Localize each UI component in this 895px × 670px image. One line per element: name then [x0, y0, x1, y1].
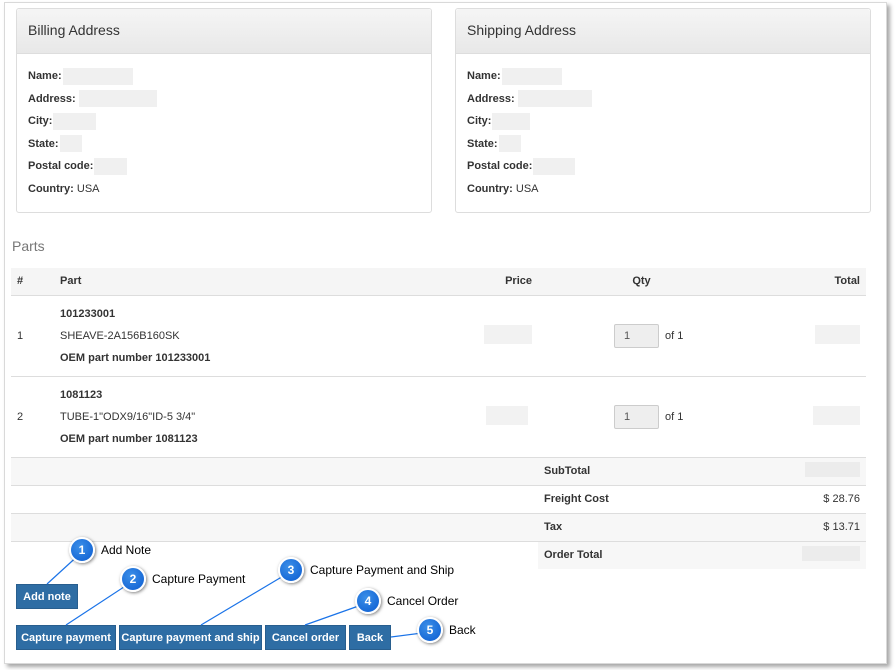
redacted-value [78, 90, 157, 108]
freight-label: Freight Cost [538, 485, 745, 514]
redacted-value [492, 112, 531, 130]
oem-part-number: OEM part number 101233001 [60, 351, 211, 364]
callout-label-cancel-order: Cancel Order [387, 594, 459, 608]
freight-row: Freight Cost $ 28.76 [11, 485, 866, 514]
tax-row: Tax $ 13.71 [11, 513, 866, 542]
parts-table: # Part Price Qty Total 1 101233001 SHEAV… [11, 268, 866, 569]
callout-badge-3: 3 [278, 557, 304, 583]
subtotal-label: SubTotal [538, 457, 745, 486]
callout-badge-2: 2 [120, 566, 146, 592]
billing-city-label: City: [28, 115, 53, 128]
billing-state-label: State: [28, 137, 59, 150]
redacted-value [59, 135, 82, 153]
redacted-value [53, 112, 97, 130]
col-qty-header: Qty [538, 268, 745, 296]
tax-value: $ 13.71 [745, 513, 866, 542]
row-number: 2 [11, 376, 54, 458]
row-number: 1 [11, 295, 54, 377]
billing-address-label: Address: [28, 92, 76, 105]
shipping-country-label: Country: [467, 182, 513, 195]
shipping-address-label: Address: [467, 92, 515, 105]
redacted-price [486, 405, 528, 425]
redacted-price [484, 324, 532, 344]
callout-label-add-note: Add Note [101, 543, 152, 557]
freight-value: $ 28.76 [745, 485, 866, 514]
oem-part-number: OEM part number 1081123 [60, 432, 198, 445]
callout-label-capture-payment-and-ship: Capture Payment and Ship [310, 563, 455, 577]
table-row: 1 101233001 SHEAVE-2A156B160SK OEM part … [11, 295, 866, 377]
col-price-header: Price [454, 268, 538, 296]
col-part-header: Part [54, 268, 454, 296]
callout-badge-1: 1 [69, 537, 95, 563]
shipping-country-value: USA [515, 182, 539, 195]
callout-label-capture-payment: Capture Payment [152, 572, 246, 586]
parts-section-title: Parts [12, 238, 45, 254]
quantity-input[interactable]: 1 [614, 323, 659, 348]
part-id: 101233001 [60, 307, 116, 320]
shipping-state-label: State: [467, 137, 498, 150]
redacted-subtotal [805, 462, 860, 477]
billing-country-value: USA [76, 182, 100, 195]
capture-payment-and-ship-button[interactable]: Capture payment and ship [119, 625, 262, 650]
back-button[interactable]: Back [349, 625, 391, 650]
part-description: SHEAVE-2A156B160SK [60, 329, 180, 342]
quantity-input[interactable]: 1 [614, 404, 659, 429]
capture-payment-button[interactable]: Capture payment [16, 625, 116, 650]
redacted-value [94, 157, 128, 175]
shipping-city-label: City: [467, 115, 492, 128]
billing-address-title: Billing Address [17, 9, 431, 54]
redacted-value [501, 67, 562, 85]
add-note-button[interactable]: Add note [16, 584, 78, 609]
order-total-label: Order Total [538, 541, 745, 569]
part-description: TUBE-1"ODX9/16"ID-5 3/4" [60, 410, 196, 423]
redacted-total [815, 324, 860, 344]
col-number-header: # [11, 268, 54, 296]
redacted-order-total [802, 546, 860, 562]
col-total-header: Total [745, 268, 866, 296]
quantity-of-label: of 1 [665, 410, 684, 423]
parts-table-header: # Part Price Qty Total [11, 268, 866, 296]
part-id: 1081123 [60, 388, 103, 401]
shipping-address-panel: Shipping Address Name: Address: City: St… [455, 8, 871, 213]
billing-name-label: Name: [28, 70, 62, 83]
cancel-order-button[interactable]: Cancel order [265, 625, 346, 650]
table-row: 2 1081123 TUBE-1"ODX9/16"ID-5 3/4" OEM p… [11, 376, 866, 458]
subtotal-row: SubTotal [11, 457, 866, 486]
billing-address-panel: Billing Address Name: Address: City: Sta… [16, 8, 432, 213]
billing-country-label: Country: [28, 182, 74, 195]
redacted-value [533, 157, 576, 175]
redacted-value [517, 90, 592, 108]
tax-label: Tax [538, 513, 745, 542]
shipping-address-title: Shipping Address [456, 9, 870, 54]
redacted-value [498, 135, 521, 153]
callout-badge-4: 4 [355, 588, 381, 614]
shipping-name-label: Name: [467, 70, 501, 83]
callout-label-back: Back [449, 623, 476, 637]
billing-postal-label: Postal code: [28, 160, 94, 173]
shipping-postal-label: Postal code: [467, 160, 533, 173]
callout-badge-5: 5 [417, 617, 443, 643]
redacted-total [813, 405, 860, 425]
redacted-value [62, 67, 133, 85]
quantity-of-label: of 1 [665, 329, 684, 342]
